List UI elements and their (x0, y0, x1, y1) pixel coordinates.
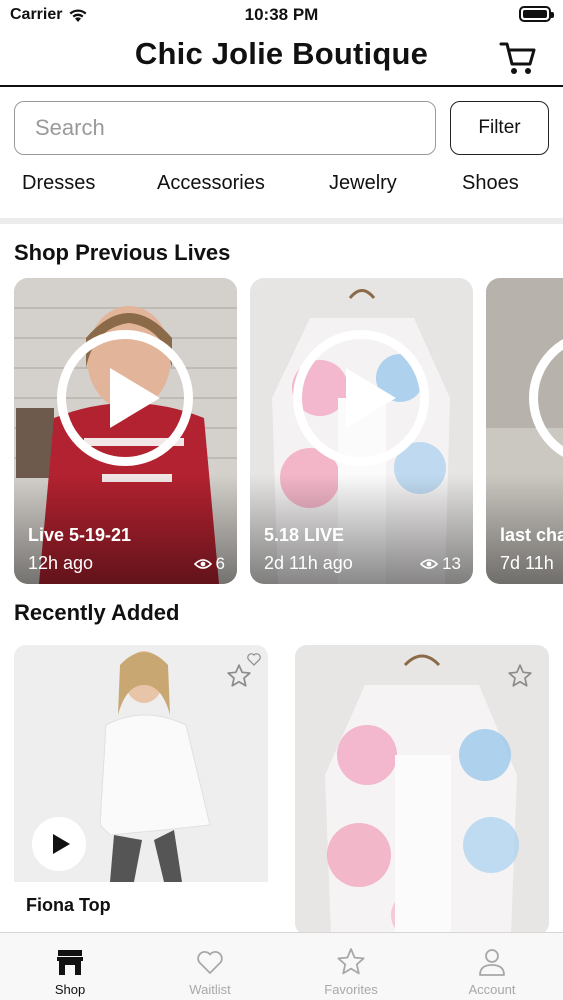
view-count: 13 (420, 554, 461, 574)
category-accessories[interactable]: Accessories (157, 172, 265, 195)
tab-label: Account (468, 982, 516, 997)
tab-label: Shop (54, 982, 86, 997)
live-time: 12h ago (28, 553, 94, 573)
live-card-1[interactable]: Live 5-19-21 12h ago 6 (14, 278, 237, 584)
tab-account[interactable]: Account (422, 933, 562, 1000)
eye-icon (420, 559, 439, 569)
star-icon[interactable] (507, 663, 533, 689)
cart-icon[interactable] (499, 40, 537, 76)
section-divider (0, 218, 563, 224)
live-card-2[interactable]: 5.18 LIVE 2d 11h ago 13 (250, 278, 473, 584)
filter-button[interactable]: Filter (450, 101, 549, 155)
play-button[interactable] (32, 817, 86, 871)
category-dresses[interactable]: Dresses (22, 172, 95, 195)
category-bar: Dresses Accessories Jewelry Shoes (0, 172, 563, 204)
product-name: Fiona Top (26, 895, 111, 915)
product-info: Fiona Top (14, 882, 268, 935)
app-header: Chic Jolie Boutique (0, 30, 563, 87)
live-title: last cha (500, 525, 563, 545)
view-count: 6 (193, 554, 225, 574)
play-icon[interactable] (293, 330, 429, 466)
storefront-icon (57, 950, 83, 975)
clock: 10:38 PM (244, 5, 319, 24)
battery-icon (519, 6, 554, 22)
heart-icon (197, 951, 223, 974)
tab-bar: Shop Waitlist Favorites Account (0, 932, 563, 1000)
live-title: Live 5-19-21 (28, 525, 132, 545)
live-card-3[interactable]: last cha 7d 11h (486, 278, 563, 584)
category-jewelry[interactable]: Jewelry (329, 172, 397, 195)
status-bar: Carrier 10:38 PM (0, 0, 563, 30)
store-title: Chic Jolie Boutique (134, 36, 429, 71)
play-icon[interactable] (57, 330, 193, 466)
tab-label: Waitlist (189, 982, 231, 997)
previous-lives-title: Shop Previous Lives (14, 240, 231, 265)
recently-added-title: Recently Added (14, 600, 180, 625)
view-count-value: 13 (442, 554, 461, 573)
person-icon (479, 949, 505, 976)
product-card-1[interactable]: Fiona Top (14, 645, 268, 935)
tab-shop[interactable]: Shop (0, 933, 140, 1000)
star-icon (337, 948, 365, 975)
tab-waitlist[interactable]: Waitlist (140, 933, 280, 1000)
heart-icon[interactable] (246, 651, 262, 667)
category-shoes[interactable]: Shoes (462, 172, 519, 195)
live-title: 5.18 LIVE (264, 525, 345, 545)
eye-icon (193, 559, 212, 569)
view-count-value: 6 (215, 554, 225, 573)
tab-favorites[interactable]: Favorites (281, 933, 421, 1000)
product-card-2[interactable] (295, 645, 549, 935)
live-time: 2d 11h ago (264, 553, 353, 573)
search-input[interactable] (14, 101, 436, 155)
tab-label: Favorites (324, 982, 378, 997)
live-time: 7d 11h (500, 553, 554, 573)
